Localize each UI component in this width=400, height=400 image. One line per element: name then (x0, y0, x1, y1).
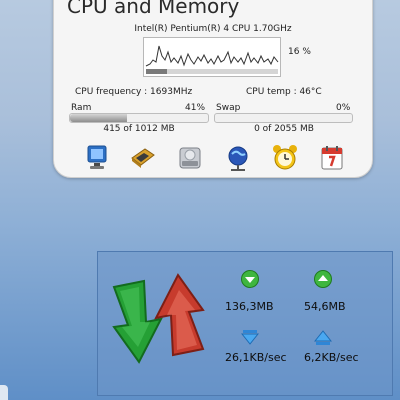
ram-label: Ram (71, 103, 92, 113)
cpu-memory-widget: CPU and Memory Intel(R) Pentium(R) 4 CPU… (53, 0, 373, 178)
ram-bar (69, 113, 209, 123)
swap-bar (214, 113, 353, 123)
ram-bar-fill (70, 114, 127, 122)
upload-total-value: 54,6MB (304, 300, 346, 313)
download-total-icon (241, 270, 259, 288)
dock-edge (0, 385, 8, 400)
download-total-value: 136,3MB (225, 300, 274, 313)
cpu-usage-graph (143, 37, 281, 77)
monitor-icon[interactable] (84, 144, 112, 172)
swap-percent: 0% (336, 103, 351, 113)
download-rate-icon (241, 330, 259, 345)
alarm-clock-icon[interactable] (271, 144, 299, 172)
cpu-model-label: Intel(R) Pentium(R) 4 CPU 1.70GHz (134, 24, 292, 34)
upload-total-icon (314, 270, 332, 288)
download-rate-value: 26,1KB/sec (225, 351, 287, 364)
cpu-usage-fill (146, 69, 168, 74)
network-monitor-widget: 136,3MB 54,6MB 26,1KB/sec 6,2KB/sec (97, 251, 393, 396)
upload-rate-icon (314, 330, 332, 345)
upload-rate-value: 6,2KB/sec (304, 351, 359, 364)
cpu-frequency: CPU frequency : 1693MHz (75, 87, 193, 97)
network-transfer-icon (112, 273, 205, 364)
launcher-icon-row (84, 144, 354, 174)
cpu-usage-percent: 16 % (288, 47, 311, 57)
swap-amount: 0 of 2055 MB (254, 124, 314, 134)
hard-drive-icon[interactable] (176, 144, 204, 172)
cpu-temperature: CPU temp : 46°C (246, 87, 322, 97)
ram-percent: 41% (185, 103, 206, 113)
globe-network-icon[interactable] (224, 144, 252, 172)
cpu-widget-title: CPU and Memory (67, 0, 240, 18)
calendar-icon[interactable] (318, 144, 346, 172)
cpu-usage-bar (146, 69, 278, 74)
memory-chip-icon[interactable] (129, 144, 157, 172)
swap-label: Swap (216, 103, 241, 113)
ram-amount: 415 of 1012 MB (103, 124, 175, 134)
